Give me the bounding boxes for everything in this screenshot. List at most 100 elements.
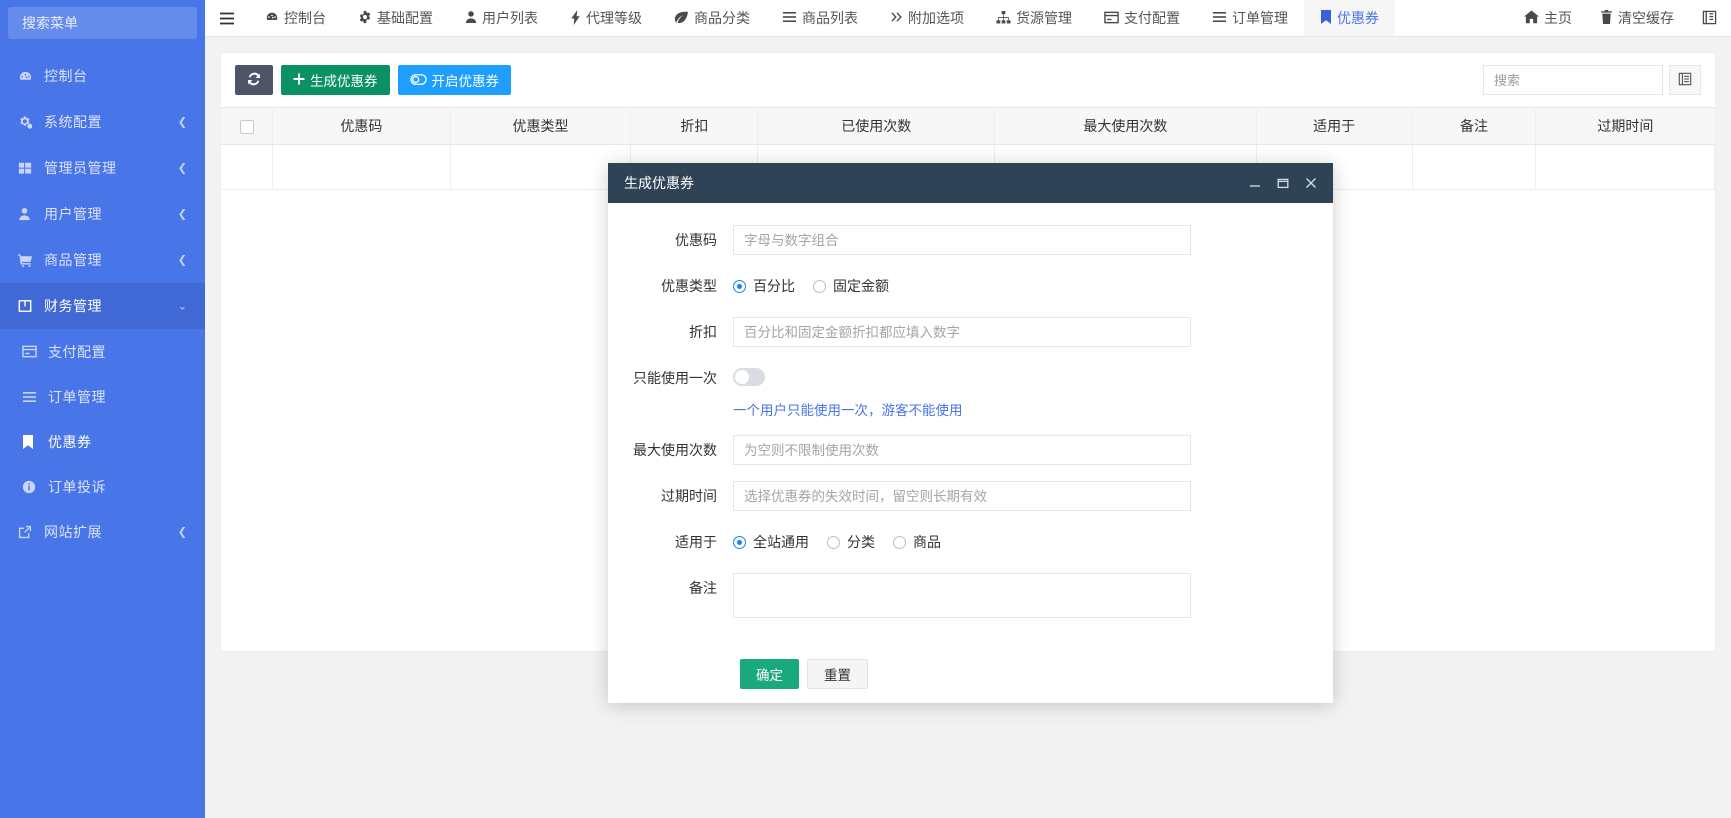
tab-label: 商品列表 — [802, 8, 858, 28]
create-coupon-dialog: 生成优惠券 优惠码 优惠类型 — [608, 163, 1333, 703]
burger-icon[interactable] — [205, 0, 249, 36]
tab-basic-config[interactable]: 基础配置 — [342, 0, 449, 36]
tab-label: 货源管理 — [1016, 8, 1072, 28]
radio-fixed-amount[interactable]: 固定金额 — [813, 276, 889, 296]
sidebar-item-admin-manage[interactable]: 管理员管理 ❮ — [0, 145, 205, 191]
sidebar-item-label: 用户管理 — [44, 204, 102, 224]
chevron-double-right-icon — [890, 11, 903, 25]
sidebar-item-user-manage[interactable]: 用户管理 ❮ — [0, 191, 205, 237]
sitemap-icon — [996, 11, 1011, 26]
home-icon — [1524, 10, 1539, 26]
sidebar-item-order-manage[interactable]: 订单管理 — [0, 374, 205, 419]
sidebar-item-label: 财务管理 — [44, 296, 102, 316]
expire-time-input[interactable] — [733, 481, 1191, 511]
cell-type — [450, 145, 631, 190]
field-row-maxuse: 最大使用次数 — [608, 435, 1333, 465]
chevron-down-icon: ⌄ — [178, 300, 187, 313]
sidebar-item-goods-manage[interactable]: 商品管理 ❮ — [0, 237, 205, 283]
discount-input[interactable] — [733, 317, 1191, 347]
tab-coupon[interactable]: 优惠券 — [1304, 0, 1395, 36]
radio-percentage[interactable]: 百分比 — [733, 276, 795, 296]
app-root: 控制台 系统配置 ❮ 管理员管理 ❮ 用户管理 — [0, 0, 1731, 818]
radio-label: 分类 — [847, 532, 875, 552]
tab-label: 主页 — [1544, 8, 1572, 28]
chevron-left-icon: ❮ — [178, 116, 187, 129]
enable-coupon-label: 开启优惠券 — [432, 70, 500, 90]
columns-button[interactable] — [1669, 65, 1701, 95]
maximize-icon[interactable] — [1269, 164, 1297, 202]
remark-field-wrap — [733, 573, 1191, 621]
radio-category[interactable]: 分类 — [827, 532, 875, 552]
sidebar-item-order-complaint[interactable]: 订单投诉 — [0, 464, 205, 509]
tab-label: 控制台 — [284, 8, 326, 28]
list-icon — [782, 11, 797, 25]
search-menu-input[interactable] — [20, 14, 205, 32]
applyto-field-wrap: 全站通用 分类 商品 — [733, 527, 1191, 557]
col-code[interactable]: 优惠码 — [273, 108, 451, 145]
gears-icon — [18, 115, 40, 130]
leaf-icon — [674, 11, 689, 26]
bookmark-icon — [22, 435, 44, 449]
col-discount[interactable]: 折扣 — [631, 108, 758, 145]
tab-order-manage[interactable]: 订单管理 — [1196, 0, 1304, 36]
tab-extra-options[interactable]: 附加选项 — [874, 0, 980, 36]
use-once-toggle[interactable] — [733, 368, 765, 386]
clear-cache-button[interactable]: 清空缓存 — [1586, 0, 1688, 36]
create-coupon-button[interactable]: 生成优惠券 — [281, 65, 390, 95]
sidebar-item-payment-config[interactable]: 支付配置 — [0, 329, 205, 374]
sidebar-item-dashboard[interactable]: 控制台 — [0, 53, 205, 99]
max-use-input[interactable] — [733, 435, 1191, 465]
field-row-remark: 备注 — [608, 573, 1333, 621]
remark-textarea[interactable] — [733, 573, 1191, 618]
field-row-code: 优惠码 — [608, 225, 1333, 255]
sidebar-item-coupon[interactable]: 优惠券 — [0, 419, 205, 464]
tab-payment-config[interactable]: 支付配置 — [1088, 0, 1196, 36]
coupon-code-input[interactable] — [733, 225, 1191, 255]
minimize-icon[interactable] — [1241, 164, 1269, 202]
tab-dashboard[interactable]: 控制台 — [249, 0, 342, 36]
sidebar-item-label: 支付配置 — [48, 342, 106, 362]
close-icon[interactable] — [1297, 164, 1325, 202]
discount-field-wrap — [733, 317, 1191, 347]
fullscreen-icon — [1702, 10, 1717, 27]
radio-site-wide[interactable]: 全站通用 — [733, 532, 809, 552]
col-type[interactable]: 优惠类型 — [450, 108, 631, 145]
col-expire-time[interactable]: 过期时间 — [1536, 108, 1715, 145]
list-icon — [1212, 11, 1227, 25]
tab-supply-manage[interactable]: 货源管理 — [980, 0, 1088, 36]
confirm-button[interactable]: 确定 — [740, 659, 799, 689]
user-icon — [18, 207, 40, 221]
book-icon — [18, 299, 40, 313]
tab-label: 优惠券 — [1337, 8, 1379, 28]
info-icon — [22, 480, 44, 494]
radio-label: 百分比 — [753, 276, 795, 296]
dialog-title: 生成优惠券 — [624, 173, 1241, 193]
tab-goods-category[interactable]: 商品分类 — [658, 0, 766, 36]
tab-goods-list[interactable]: 商品列表 — [766, 0, 874, 36]
col-max-use[interactable]: 最大使用次数 — [995, 108, 1256, 145]
col-apply-to[interactable]: 适用于 — [1256, 108, 1412, 145]
enable-coupon-button[interactable]: 开启优惠券 — [398, 65, 512, 95]
sidebar-item-finance-manage[interactable]: 财务管理 ⌄ — [0, 283, 205, 329]
radio-dot-icon — [827, 536, 840, 549]
select-all-checkbox[interactable] — [240, 120, 254, 134]
col-used-count[interactable]: 已使用次数 — [758, 108, 995, 145]
coupon-toolbar: 生成优惠券 开启优惠券 — [221, 53, 1715, 107]
table-header-row: 优惠码 优惠类型 折扣 已使用次数 最大使用次数 适用于 备注 过期时间 — [221, 108, 1715, 145]
search-input[interactable] — [1483, 65, 1663, 95]
dialog-title-bar: 生成优惠券 — [608, 163, 1333, 203]
sidebar-item-system-config[interactable]: 系统配置 ❮ — [0, 99, 205, 145]
tab-agent-level[interactable]: 代理等级 — [554, 0, 658, 36]
col-remark[interactable]: 备注 — [1412, 108, 1536, 145]
reset-button[interactable]: 重置 — [807, 659, 868, 689]
radio-product[interactable]: 商品 — [893, 532, 941, 552]
home-button[interactable]: 主页 — [1510, 0, 1586, 36]
cart-icon — [18, 253, 40, 268]
sidebar-search[interactable] — [8, 7, 197, 39]
sidebar-item-site-extension[interactable]: 网站扩展 ❮ — [0, 509, 205, 555]
refresh-button[interactable] — [235, 65, 273, 95]
field-row-expire: 过期时间 — [608, 481, 1333, 511]
tab-user-list[interactable]: 用户列表 — [449, 0, 554, 36]
fullscreen-button[interactable] — [1688, 0, 1731, 36]
topbar-right: 主页 清空缓存 — [1510, 0, 1731, 36]
